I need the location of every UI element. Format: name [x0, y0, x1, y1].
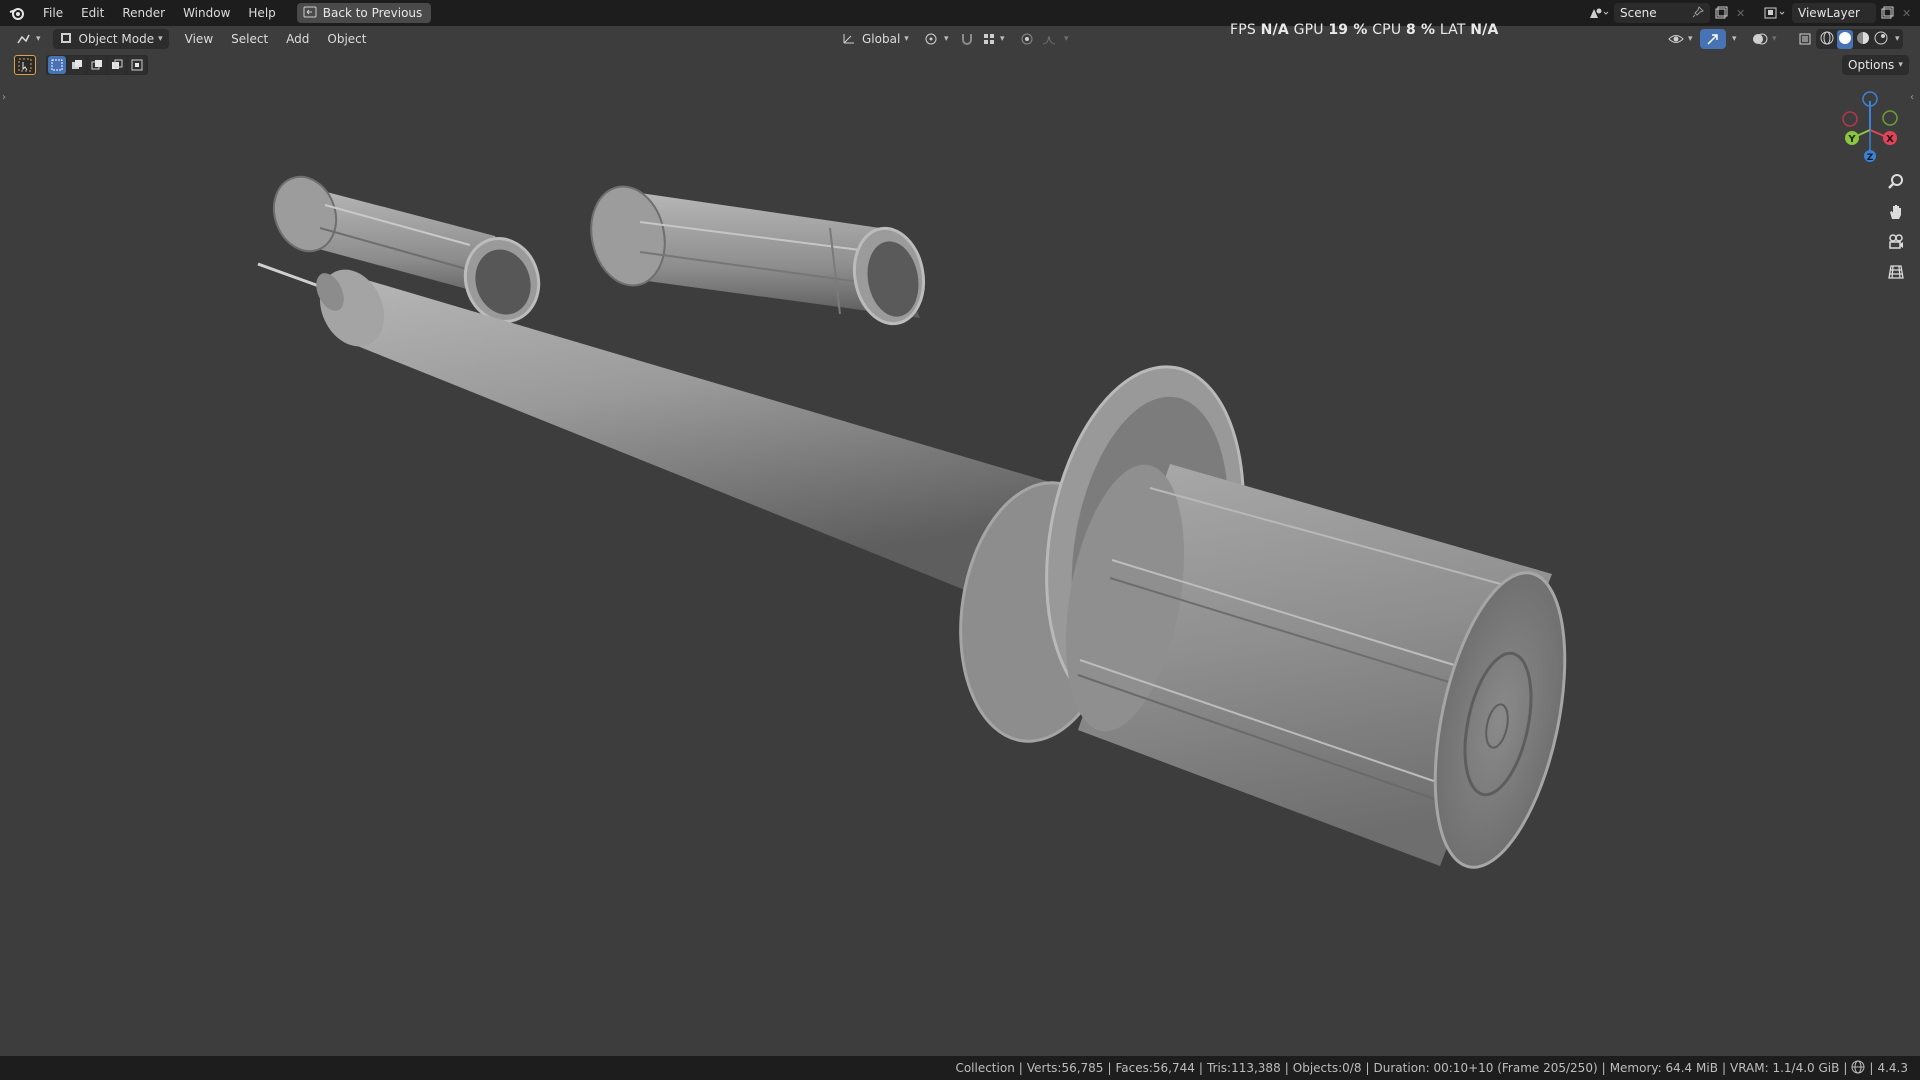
- select-box-icon[interactable]: [14, 55, 36, 75]
- cpu-value: 8 %: [1405, 22, 1436, 38]
- menu-add[interactable]: Add: [280, 29, 315, 49]
- status-memory: Memory: 64.4 MiB: [1609, 1061, 1718, 1075]
- transform-orientation-icon: [842, 31, 856, 48]
- status-version: 4.4.3: [1877, 1061, 1908, 1075]
- viewport-3d[interactable]: [0, 0, 1920, 1080]
- shading-mode-group: ▾: [1816, 29, 1903, 49]
- visibility-icon[interactable]: ▾: [1662, 29, 1699, 49]
- falloff-icon[interactable]: ▾: [1036, 29, 1075, 49]
- status-verts: Verts:56,785: [1026, 1061, 1104, 1075]
- lat-label: LAT: [1439, 22, 1466, 38]
- performance-stats: FPS N/A GPU 19 % CPU 8 % LAT N/A: [1230, 22, 1499, 38]
- cpu-label: CPU: [1372, 22, 1402, 38]
- gizmo-x-negative[interactable]: [1842, 111, 1858, 127]
- solid-shading-icon[interactable]: [1837, 29, 1853, 49]
- status-tris: Tris:113,388: [1206, 1061, 1281, 1075]
- fps-label: FPS: [1230, 22, 1256, 38]
- back-to-previous-label: Back to Previous: [322, 6, 423, 20]
- object-mode-dropdown[interactable]: Object Mode ▾: [52, 29, 169, 49]
- rendered-shading-icon[interactable]: [1873, 30, 1889, 49]
- gizmo-dropdown[interactable]: ▾: [1722, 29, 1743, 49]
- selection-mode-group: [46, 55, 148, 75]
- menu-render[interactable]: Render: [113, 2, 174, 24]
- back-to-previous-button[interactable]: Back to Previous: [296, 3, 432, 23]
- camera-icon[interactable]: [1882, 228, 1910, 256]
- select-subtract-icon[interactable]: [88, 56, 106, 74]
- select-extend-icon[interactable]: [68, 56, 86, 74]
- status-bar: Collection | Verts:56,785 | Faces:56,744…: [0, 1056, 1920, 1080]
- view-layer-icon[interactable]: [1760, 3, 1792, 23]
- object-mode-label: Object Mode: [78, 32, 155, 46]
- toolbar-expand-icon[interactable]: ›: [2, 92, 6, 103]
- menu-view[interactable]: View: [179, 29, 219, 49]
- transform-orientation-label: Global: [862, 32, 901, 46]
- sidebar-expand-icon[interactable]: ‹: [1910, 92, 1914, 103]
- options-dropdown[interactable]: Options ▾: [1842, 55, 1909, 75]
- view-layer-name: ViewLayer: [1798, 6, 1860, 20]
- grid-icon[interactable]: [1882, 258, 1910, 286]
- new-scene-icon[interactable]: [1710, 3, 1732, 23]
- snap-target-icon[interactable]: ▾: [976, 29, 1011, 49]
- menu-file[interactable]: File: [34, 2, 72, 24]
- menu-help[interactable]: Help: [239, 2, 284, 24]
- options-label: Options: [1848, 58, 1895, 72]
- select-invert-icon[interactable]: [108, 56, 126, 74]
- gizmo-y-label: Y: [1847, 134, 1856, 145]
- remove-view-layer-icon[interactable]: ✕: [1898, 3, 1915, 23]
- xray-icon[interactable]: [1792, 29, 1818, 49]
- blender-logo-icon[interactable]: [0, 6, 34, 20]
- object-mode-icon: [59, 31, 73, 48]
- menu-object[interactable]: Object: [321, 29, 372, 49]
- select-new-icon[interactable]: [48, 56, 66, 74]
- top-menu-bar: File Edit Render Window Help Back to Pre…: [0, 0, 1920, 26]
- lat-value: N/A: [1470, 22, 1499, 38]
- shading-dropdown[interactable]: ▾: [1895, 34, 1900, 44]
- blender-window: File Edit Render Window Help Back to Pre…: [0, 0, 1920, 1080]
- menu-select[interactable]: Select: [225, 29, 274, 49]
- scene-selector: Scene ✕: [1584, 2, 1749, 24]
- status-faces: Faces:56,744: [1115, 1061, 1195, 1075]
- select-intersect-icon[interactable]: [128, 56, 146, 74]
- status-collection: Collection: [955, 1061, 1015, 1075]
- status-vram: VRAM: 1.1/4.0 GiB: [1729, 1061, 1840, 1075]
- view-layer-field[interactable]: ViewLayer: [1792, 3, 1876, 23]
- close-icon[interactable]: ✕: [1732, 3, 1749, 23]
- editor-type-icon[interactable]: ▾: [10, 29, 47, 49]
- zoom-icon[interactable]: [1882, 168, 1910, 196]
- hand-icon[interactable]: [1882, 198, 1910, 226]
- scene-name-field[interactable]: Scene: [1614, 3, 1710, 23]
- view-layer-selector: ViewLayer ✕: [1760, 2, 1915, 24]
- tool-settings-row: [14, 55, 148, 75]
- wireframe-shading-icon[interactable]: [1819, 30, 1835, 49]
- gpu-value: 19 %: [1328, 22, 1368, 38]
- pivot-icon[interactable]: ▾: [918, 29, 955, 49]
- language-icon[interactable]: [1851, 1060, 1865, 1077]
- new-view-layer-icon[interactable]: [1876, 3, 1898, 23]
- status-objects: Objects:0/8: [1292, 1061, 1362, 1075]
- gizmo-x-label: X: [1886, 134, 1894, 145]
- gpu-label: GPU: [1293, 22, 1324, 38]
- status-duration: Duration: 00:10+10 (Frame 205/250): [1373, 1061, 1598, 1075]
- menu-window[interactable]: Window: [174, 2, 239, 24]
- menu-edit[interactable]: Edit: [72, 2, 113, 24]
- fps-value: N/A: [1260, 22, 1289, 38]
- viewport-header: ▾ Object Mode ▾ View Select Add Object G…: [0, 27, 1920, 51]
- scene-icon[interactable]: [1584, 3, 1614, 23]
- pin-icon[interactable]: [1692, 5, 1704, 21]
- material-shading-icon[interactable]: [1855, 30, 1871, 49]
- scene-name: Scene: [1620, 6, 1657, 20]
- overlay-icon[interactable]: ▾: [1746, 29, 1783, 49]
- transform-orientation-dropdown[interactable]: Global ▾: [836, 29, 915, 49]
- navigation-gizmo[interactable]: X Y Z: [1830, 86, 1910, 166]
- back-icon: [303, 6, 317, 21]
- gizmo-z-label: Z: [1867, 153, 1874, 163]
- gizmo-y-negative[interactable]: [1882, 110, 1898, 126]
